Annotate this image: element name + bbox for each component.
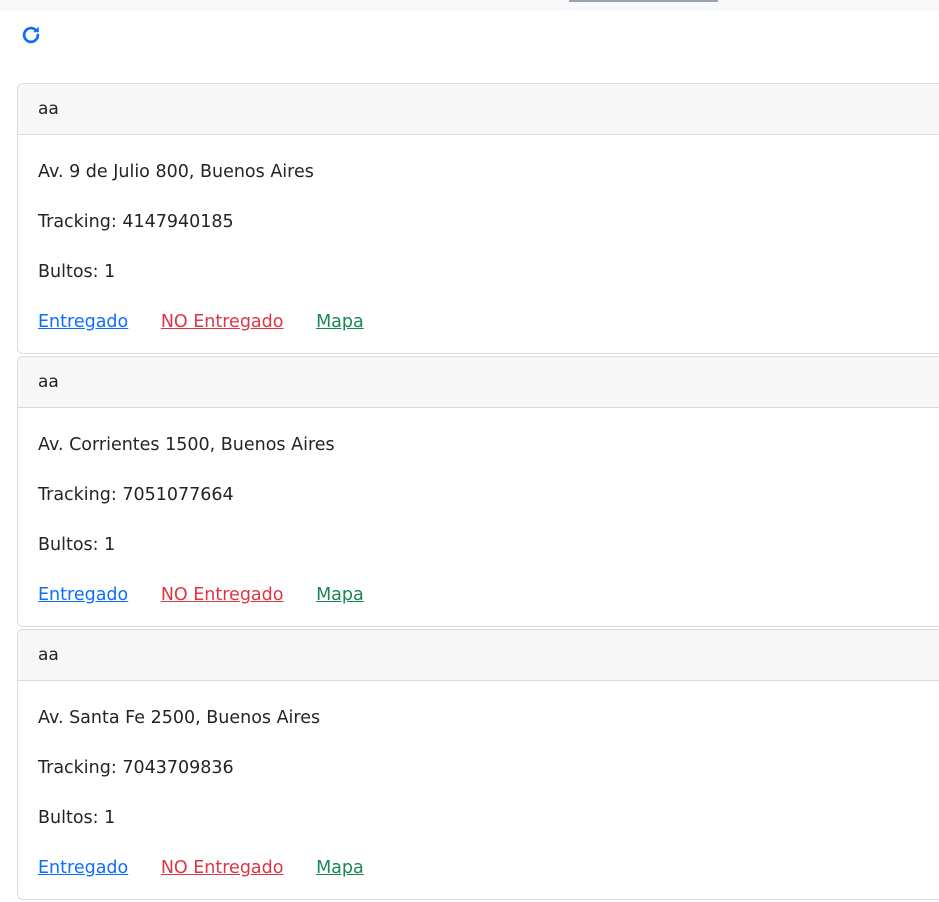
package-count: Bultos: 1 xyxy=(38,262,116,282)
delivery-address: Av. Santa Fe 2500, Buenos Aires xyxy=(38,708,321,728)
mapa-link[interactable]: Mapa xyxy=(316,585,364,605)
card-actions: Entregado NO Entregado Mapa xyxy=(38,584,936,606)
no-entregado-link[interactable]: NO Entregado xyxy=(161,312,284,332)
card-body: Av. 9 de Julio 800, Buenos Aires Trackin… xyxy=(18,135,939,333)
delivery-address: Av. Corrientes 1500, Buenos Aires xyxy=(38,435,335,455)
delivery-card: aa Av. 9 de Julio 800, Buenos Aires Trac… xyxy=(17,83,939,354)
card-header: aa xyxy=(18,630,939,681)
top-bar xyxy=(0,0,939,11)
delivery-list: aa Av. 9 de Julio 800, Buenos Aires Trac… xyxy=(17,83,939,902)
no-entregado-link[interactable]: NO Entregado xyxy=(161,585,284,605)
package-count: Bultos: 1 xyxy=(38,808,116,828)
delivery-address: Av. 9 de Julio 800, Buenos Aires xyxy=(38,162,314,182)
entregado-link[interactable]: Entregado xyxy=(38,585,128,605)
refresh-icon xyxy=(20,24,42,50)
entregado-link[interactable]: Entregado xyxy=(38,858,128,878)
package-count: Bultos: 1 xyxy=(38,535,116,555)
card-body: Av. Corrientes 1500, Buenos Aires Tracki… xyxy=(18,408,939,606)
card-actions: Entregado NO Entregado Mapa xyxy=(38,857,936,879)
delivery-card: aa Av. Santa Fe 2500, Buenos Aires Track… xyxy=(17,629,939,900)
mapa-link[interactable]: Mapa xyxy=(316,312,364,332)
card-actions: Entregado NO Entregado Mapa xyxy=(38,311,936,333)
card-header: aa xyxy=(18,84,939,135)
entregado-link[interactable]: Entregado xyxy=(38,312,128,332)
tracking-number: Tracking: 4147940185 xyxy=(38,212,234,232)
card-header: aa xyxy=(18,357,939,408)
tracking-number: Tracking: 7043709836 xyxy=(38,758,234,778)
tracking-number: Tracking: 7051077664 xyxy=(38,485,234,505)
mapa-link[interactable]: Mapa xyxy=(316,858,364,878)
no-entregado-link[interactable]: NO Entregado xyxy=(161,858,284,878)
delivery-card: aa Av. Corrientes 1500, Buenos Aires Tra… xyxy=(17,356,939,627)
active-tab-indicator xyxy=(569,0,718,2)
card-body: Av. Santa Fe 2500, Buenos Aires Tracking… xyxy=(18,681,939,879)
refresh-button[interactable] xyxy=(19,25,43,49)
